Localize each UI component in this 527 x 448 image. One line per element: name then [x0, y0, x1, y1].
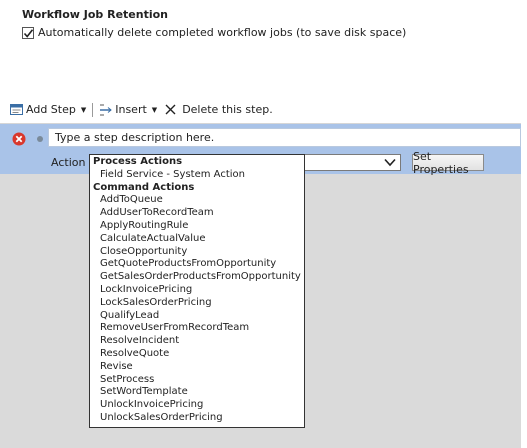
action-dropdown-list: Process Actions Field Service - System Ac… — [89, 154, 305, 428]
dropdown-option[interactable]: AddUserToRecordTeam — [90, 207, 304, 220]
dropdown-option[interactable]: SetProcess — [90, 374, 304, 387]
caret-down-icon: ▼ — [151, 105, 158, 114]
error-icon — [12, 132, 26, 146]
delete-step-button[interactable]: Delete this step. — [165, 103, 273, 116]
checkmark-icon — [23, 28, 34, 38]
insert-label: Insert — [115, 103, 147, 116]
chevron-down-icon[interactable] — [384, 158, 396, 167]
dropdown-option[interactable]: CalculateActualValue — [90, 233, 304, 246]
retention-title: Workflow Job Retention — [22, 8, 168, 21]
delete-step-label: Delete this step. — [182, 103, 273, 116]
auto-delete-checkbox[interactable] — [22, 26, 34, 39]
dropdown-option[interactable]: CloseOpportunity — [90, 246, 304, 259]
dropdown-option[interactable]: Field Service - System Action — [90, 169, 304, 182]
dropdown-option[interactable]: UnlockSalesOrderPricing — [90, 412, 304, 425]
caret-down-icon: ▼ — [80, 105, 87, 114]
step-toolbar: Add Step ▼ Insert ▼ Delete this step. — [0, 96, 521, 124]
set-properties-button[interactable]: Set Properties — [412, 150, 484, 176]
delete-x-icon — [165, 104, 176, 115]
auto-delete-label: Automatically delete completed workflow … — [38, 26, 407, 39]
dropdown-option[interactable]: SetWordTemplate — [90, 386, 304, 399]
dropdown-option[interactable]: ResolveIncident — [90, 335, 304, 348]
dropdown-group-header: Process Actions — [93, 156, 183, 167]
dropdown-option[interactable]: AddToQueue — [90, 194, 304, 207]
dropdown-option[interactable]: GetQuoteProductsFromOpportunity — [90, 258, 304, 271]
dropdown-option[interactable]: QualifyLead — [90, 310, 304, 323]
add-step-icon — [10, 104, 23, 115]
dropdown-option[interactable]: GetSalesOrderProductsFromOpportunity — [90, 271, 304, 284]
insert-icon — [100, 104, 113, 115]
dropdown-option[interactable]: UnlockInvoicePricing — [90, 399, 304, 412]
step-description-input[interactable]: Type a step description here. — [48, 128, 521, 147]
bullet-icon — [37, 136, 43, 142]
add-step-button[interactable]: Add Step ▼ — [10, 103, 86, 116]
dropdown-option[interactable]: ResolveQuote — [90, 348, 304, 361]
add-step-label: Add Step — [26, 103, 76, 116]
dropdown-option[interactable]: LockInvoicePricing — [90, 284, 304, 297]
dropdown-option[interactable]: RemoveUserFromRecordTeam — [90, 322, 304, 335]
dropdown-group-header: Command Actions — [93, 181, 195, 193]
dropdown-option[interactable]: LockSalesOrderPricing — [90, 297, 304, 310]
insert-button[interactable]: Insert ▼ — [99, 103, 157, 116]
auto-delete-row: Automatically delete completed workflow … — [22, 26, 406, 39]
dropdown-option[interactable]: Revise — [90, 361, 304, 374]
dropdown-option[interactable]: ApplyRoutingRule — [90, 220, 304, 233]
toolbar-separator — [92, 102, 94, 117]
action-label: Action — [51, 156, 86, 169]
